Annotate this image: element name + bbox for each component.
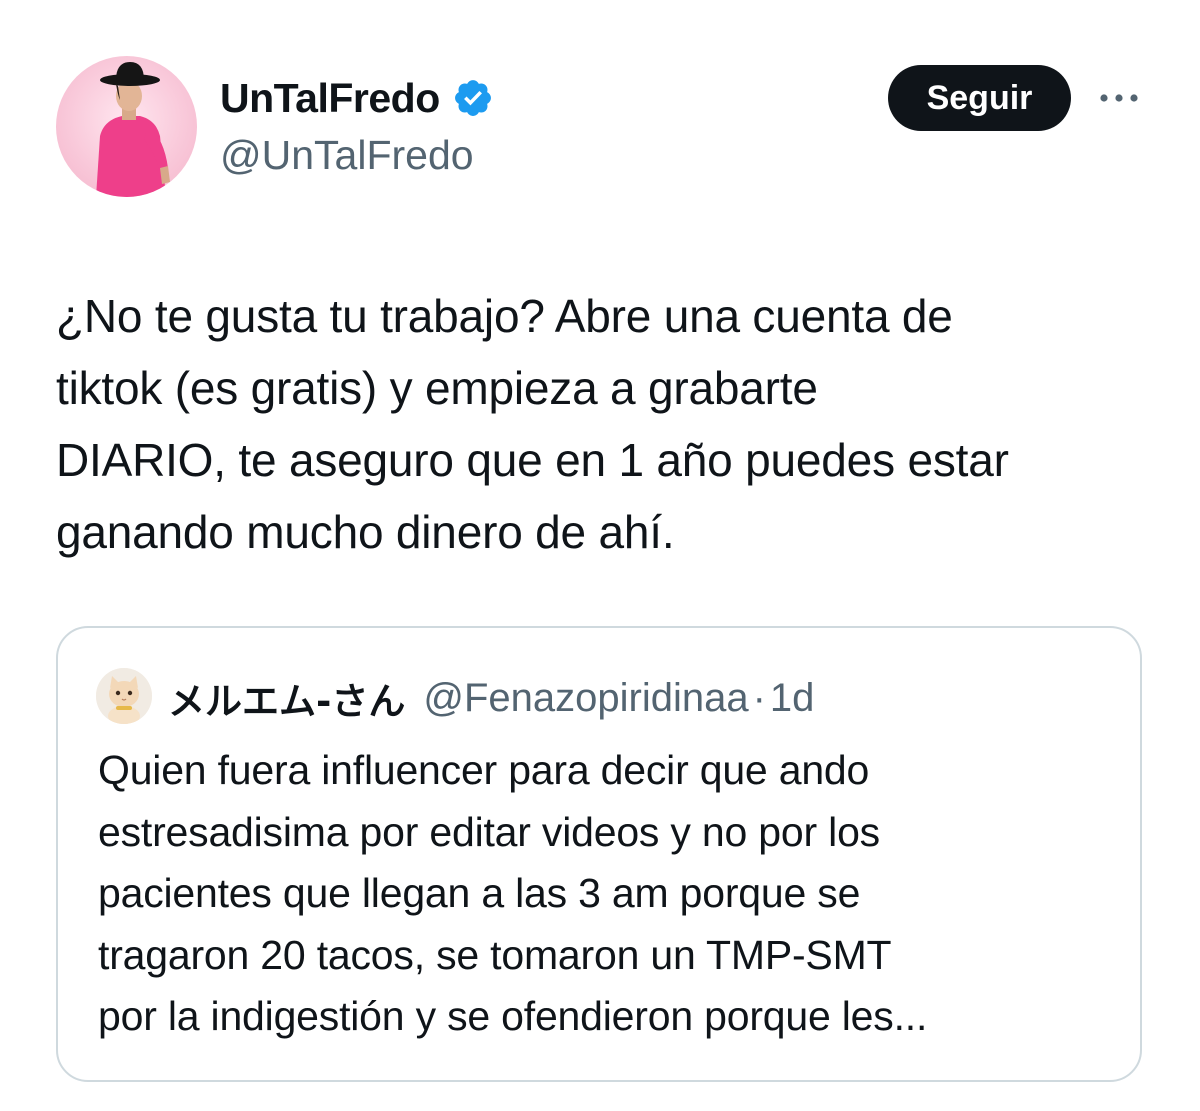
quoted-author-avatar[interactable] [96,668,152,724]
cat-photo [96,668,152,724]
author-avatar[interactable] [56,56,197,197]
author-name-row[interactable]: UnTalFredo [220,72,494,124]
quoted-tweet-timestamp[interactable]: 1d [770,676,815,721]
author-handle[interactable]: @UnTalFredo [220,132,474,179]
quoted-author-display-name[interactable]: メルエム-さん [168,671,405,725]
author-display-name[interactable]: UnTalFredo [220,75,440,122]
tweet-text: ¿No te gusta tu trabajo? Abre una cuenta… [56,290,1009,558]
follow-button[interactable]: Seguir [888,65,1071,131]
quoted-tweet-text: Quien fuera influencer para decir que an… [98,747,928,1039]
quoted-author-handle[interactable]: @Fenazopiridinaa [423,676,748,721]
quoted-tweet-separator: · [752,675,766,720]
verified-badge-icon [452,77,494,119]
profile-photo [96,62,170,197]
more-options-icon[interactable] [1096,84,1142,112]
quoted-tweet-header[interactable]: メルエム-さん @Fenazopiridinaa · 1d [168,670,814,726]
